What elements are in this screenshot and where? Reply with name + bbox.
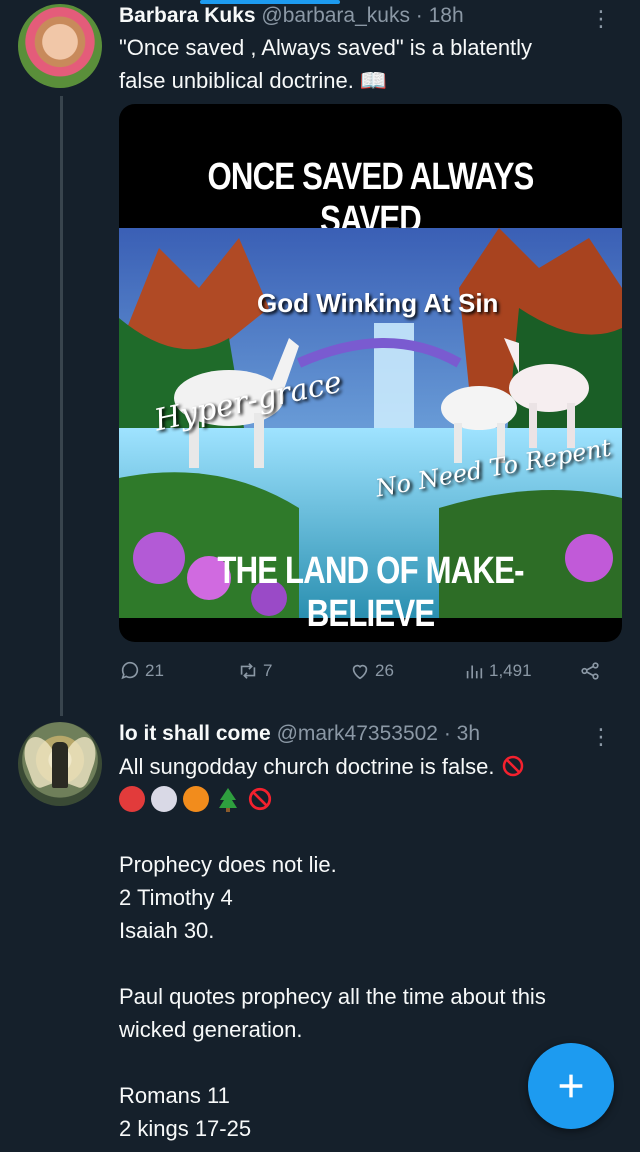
reply-button[interactable]: 21 (119, 660, 164, 682)
post-text-line: wicked generation. (119, 1017, 303, 1042)
compose-icon (559, 1074, 583, 1098)
post-text-line: Prophecy does not lie. (119, 852, 337, 877)
reply-count: 21 (145, 661, 164, 680)
share-icon (581, 662, 599, 680)
views-icon (466, 665, 483, 679)
santa-icon (119, 786, 145, 812)
like-icon (352, 664, 368, 680)
views-button[interactable]: 1,491 (463, 660, 532, 682)
like-count: 26 (375, 661, 394, 680)
more-icon[interactable]: ⋮ (590, 724, 612, 750)
christmas-tree-icon (219, 788, 237, 812)
post-body: Prophecy does not lie. 2 Timothy 4 Isaia… (119, 848, 546, 1145)
emoji-row (119, 786, 273, 812)
post-text-line: All sungodday church doctrine is false. (119, 754, 495, 779)
reply-icon (121, 661, 139, 680)
post-text-line: false unbiblical doctrine. 📖 (119, 68, 388, 93)
post-text: "Once saved , Always saved" is a blatent… (119, 31, 532, 97)
post-text: All sungodday church doctrine is false. (119, 750, 525, 783)
author-name[interactable]: Barbara Kuks (119, 4, 256, 27)
repost-count: 7 (263, 661, 273, 680)
prohibited-icon (502, 755, 523, 777)
repost-button[interactable]: 7 (237, 660, 272, 682)
image-overlay-text: God Winking At Sin (257, 288, 499, 318)
post-text-line: Romans 11 (119, 1083, 230, 1108)
share-button[interactable] (579, 660, 601, 682)
more-icon[interactable]: ⋮ (590, 6, 612, 32)
thread-connector (60, 96, 63, 716)
prohibited-icon (248, 787, 272, 811)
post-text-line: "Once saved , Always saved" is a blatent… (119, 35, 533, 60)
post-actions: 21 7 26 1,491 (119, 660, 609, 690)
pumpkin-icon (183, 786, 209, 812)
post-header: Barbara Kuks @barbara_kuks · 18h (119, 4, 464, 28)
image-caption-bottom: THE LAND OF MAKE-BELIEVE (217, 550, 524, 635)
rabbit-icon (151, 786, 177, 812)
post-text-line: Isaiah 30. (119, 918, 215, 943)
author-handle-time: @mark47353502 · 3h (276, 722, 480, 745)
repost-icon (240, 663, 256, 679)
compose-button[interactable] (528, 1043, 614, 1129)
author-handle-time: @barbara_kuks · 18h (261, 4, 464, 27)
post-header: lo it shall come @mark47353502 · 3h (119, 722, 480, 746)
views-count: 1,491 (489, 661, 532, 680)
avatar[interactable] (18, 722, 102, 806)
avatar[interactable] (18, 4, 102, 88)
post-text-line: 2 Timothy 4 (119, 885, 233, 910)
post-text-line: 2 kings 17-25 (119, 1116, 252, 1141)
post-image[interactable]: ONCE SAVED ALWAYS SAVED God Winking At S… (119, 104, 622, 642)
like-button[interactable]: 26 (349, 660, 394, 682)
author-name[interactable]: lo it shall come (119, 722, 271, 745)
post-text-line: Paul quotes prophecy all the time about … (119, 984, 546, 1009)
